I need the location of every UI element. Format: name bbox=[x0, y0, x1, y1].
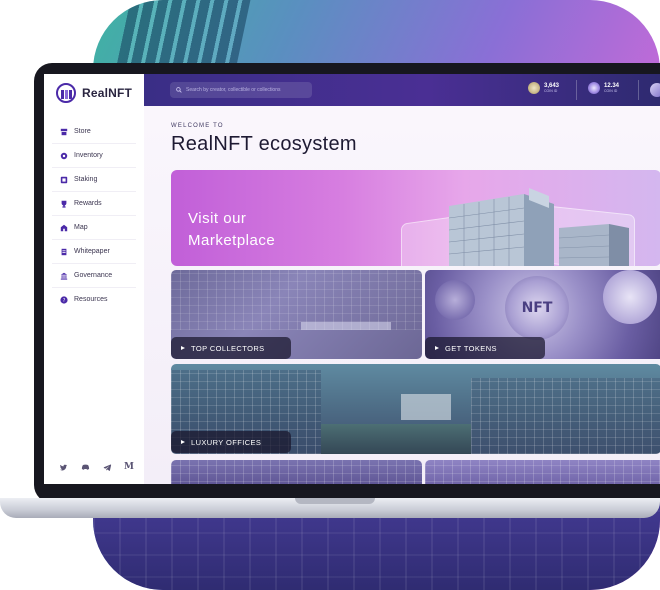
token-icon bbox=[588, 82, 600, 94]
sidebar-item-label: Staking bbox=[74, 176, 98, 183]
chevron-right-icon bbox=[181, 346, 185, 350]
card[interactable] bbox=[171, 460, 422, 484]
sidebar-item-label: Resources bbox=[74, 296, 108, 303]
coin-image bbox=[435, 280, 475, 320]
building-image bbox=[425, 460, 660, 484]
luxury-offices-card[interactable]: LUXURY OFFICES bbox=[171, 364, 660, 454]
balance-unit: COIN ID bbox=[544, 88, 558, 93]
discord-icon[interactable] bbox=[80, 462, 90, 472]
app-screen: RealNFT Store Inventory Staking Rewards … bbox=[44, 74, 660, 484]
page-title: RealNFT ecosystem bbox=[171, 133, 357, 155]
search-input[interactable] bbox=[186, 87, 311, 93]
top-bar: 3,643 COIN ID 12.34 COIN ID bbox=[144, 74, 660, 106]
sidebar-item-label: Store bbox=[74, 128, 91, 135]
inventory-icon bbox=[60, 152, 68, 160]
tile-label-text: TOP COLLECTORS bbox=[191, 343, 265, 353]
trophy-icon bbox=[60, 200, 68, 208]
divider bbox=[638, 80, 639, 100]
welcome-eyebrow: WELCOME TO bbox=[171, 123, 224, 129]
tile-label: LUXURY OFFICES bbox=[171, 431, 291, 453]
table-shape bbox=[301, 322, 391, 330]
sidebar-item-label: Whitepaper bbox=[74, 248, 110, 255]
search-icon bbox=[176, 87, 182, 93]
building-image bbox=[171, 460, 422, 484]
coin-icon bbox=[528, 82, 540, 94]
balance-unit: COIN ID bbox=[604, 88, 618, 93]
coin-image: NFT bbox=[505, 276, 569, 340]
sidebar-item-map[interactable]: Map bbox=[52, 216, 136, 240]
coin-image bbox=[603, 270, 657, 324]
user-avatar[interactable] bbox=[650, 83, 660, 97]
balance-value: 3,643 bbox=[544, 82, 560, 89]
nft-badge: NFT bbox=[521, 300, 553, 316]
chevron-right-icon bbox=[435, 346, 439, 350]
staking-icon bbox=[60, 176, 68, 184]
brand-name: RealNFT bbox=[82, 86, 133, 100]
tile-label-text: GET TOKENS bbox=[445, 343, 497, 353]
interior-image bbox=[171, 270, 422, 330]
search-bar[interactable] bbox=[170, 82, 312, 98]
building-image bbox=[471, 378, 660, 454]
plaza-image bbox=[321, 424, 471, 454]
tile-label: TOP COLLECTORS bbox=[171, 337, 291, 359]
document-icon bbox=[60, 248, 68, 256]
tile-label: GET TOKENS bbox=[425, 337, 545, 359]
sidebar-item-label: Map bbox=[74, 224, 88, 231]
logo-icon bbox=[56, 83, 76, 103]
building-illustration bbox=[448, 188, 629, 266]
sidebar-item-inventory[interactable]: Inventory bbox=[52, 144, 136, 168]
balance-coin-2[interactable]: 12.34 COIN ID bbox=[588, 82, 619, 94]
sidebar-nav: Store Inventory Staking Rewards Map Whit… bbox=[52, 120, 136, 311]
brand-logo[interactable]: RealNFT bbox=[56, 82, 132, 104]
card[interactable] bbox=[425, 460, 660, 484]
chevron-right-icon bbox=[181, 440, 185, 444]
hero-heading: Visit our Marketplace bbox=[188, 210, 276, 249]
help-icon: ? bbox=[60, 295, 68, 304]
top-collectors-card[interactable]: TOP COLLECTORS bbox=[171, 270, 422, 359]
medium-icon[interactable]: M bbox=[124, 462, 134, 472]
marketplace-banner[interactable]: Visit our Marketplace bbox=[171, 170, 660, 266]
get-tokens-card[interactable]: NFT GET TOKENS bbox=[425, 270, 660, 359]
twitter-icon[interactable] bbox=[58, 462, 68, 472]
social-links: M bbox=[58, 462, 134, 472]
tile-label-text: LUXURY OFFICES bbox=[191, 437, 262, 447]
sidebar-item-staking[interactable]: Staking bbox=[52, 168, 136, 192]
balance-coin-1[interactable]: 3,643 COIN ID bbox=[528, 82, 559, 94]
store-icon bbox=[60, 128, 68, 136]
sidebar-item-governance[interactable]: Governance bbox=[52, 264, 136, 288]
bank-icon bbox=[60, 272, 68, 280]
balance-value: 12.34 bbox=[604, 82, 620, 89]
sidebar-item-resources[interactable]: ? Resources bbox=[52, 288, 136, 311]
map-icon bbox=[60, 224, 68, 232]
sidebar-item-label: Rewards bbox=[74, 200, 102, 207]
laptop-base bbox=[0, 498, 660, 518]
building-image bbox=[401, 394, 451, 420]
telegram-icon[interactable] bbox=[102, 462, 112, 472]
sidebar-item-label: Inventory bbox=[74, 152, 103, 159]
sidebar-item-store[interactable]: Store bbox=[52, 120, 136, 144]
sidebar: RealNFT Store Inventory Staking Rewards … bbox=[44, 74, 145, 484]
sidebar-item-label: Governance bbox=[74, 272, 113, 279]
sidebar-item-whitepaper[interactable]: Whitepaper bbox=[52, 240, 136, 264]
sidebar-item-rewards[interactable]: Rewards bbox=[52, 192, 136, 216]
main-content: WELCOME TO RealNFT ecosystem Visit our M… bbox=[144, 106, 660, 484]
divider bbox=[576, 80, 577, 100]
laptop-notch bbox=[295, 498, 375, 504]
